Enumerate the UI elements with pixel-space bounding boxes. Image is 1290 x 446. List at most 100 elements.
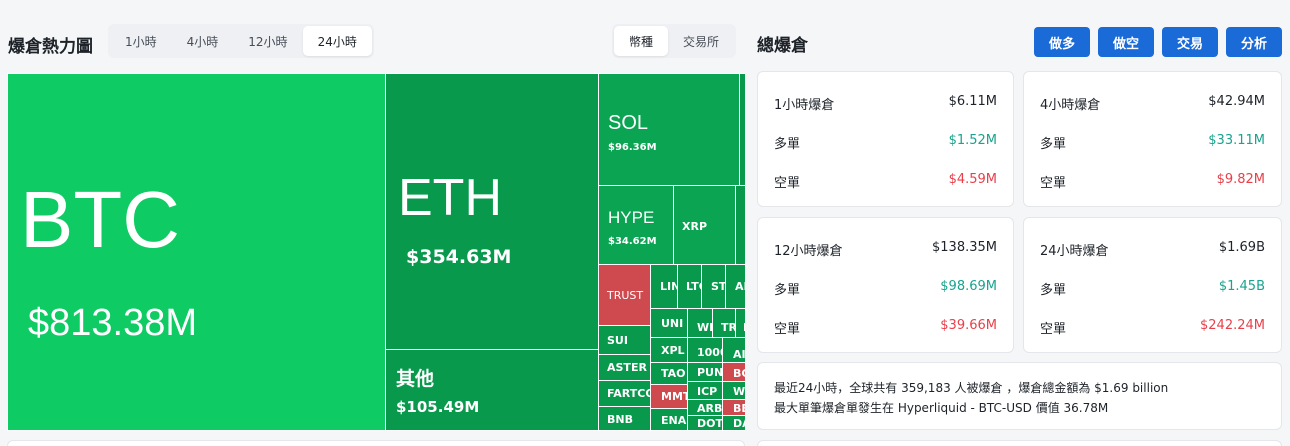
tile-wl[interactable]: WL: [722, 381, 745, 400]
tile-tao[interactable]: TAO: [650, 362, 688, 385]
tile-lin[interactable]: LIN: [650, 264, 678, 309]
view-selector: 幣種 交易所: [612, 24, 737, 58]
tab-24h[interactable]: 24小時: [302, 26, 372, 56]
tile-mmt[interactable]: MMT: [650, 384, 688, 409]
card-short: $39.66M: [940, 318, 997, 333]
tile-symbol: M: [743, 321, 745, 334]
tile-symbol: ICP: [697, 385, 718, 398]
card-total: $42.94M: [1208, 94, 1265, 109]
tile-1000[interactable]: 1000: [687, 337, 723, 363]
tile-bea[interactable]: BEA: [722, 399, 745, 416]
tile-aster[interactable]: ASTER: [598, 354, 651, 381]
tile-m[interactable]: M: [735, 308, 745, 338]
card-label: 1小時爆倉: [774, 98, 835, 113]
tile-pun[interactable]: PUN: [687, 362, 723, 382]
tile-symbol: WI: [697, 321, 713, 334]
stats-card-12h: 12小時爆倉 $138.35M 多單 $98.69M 空單 $39.66M: [757, 217, 1014, 353]
tile-ena[interactable]: ENA: [650, 408, 688, 431]
tile-value: $96.36M: [608, 142, 657, 153]
tab-4h[interactable]: 4小時: [172, 26, 234, 56]
tile-symbol: ASTER: [607, 361, 647, 374]
tile-symbol: XPL: [661, 344, 685, 357]
tile-symbol: DOT: [697, 417, 723, 430]
tile-other[interactable]: 其他 $105.49M: [385, 349, 599, 431]
tile-xpl[interactable]: XPL: [650, 337, 688, 363]
card-label: 24小時爆倉: [1040, 244, 1109, 259]
tile-bnb[interactable]: BNB: [598, 406, 651, 431]
tile-symbol: ETH: [398, 169, 502, 227]
tile-symbol: LIN: [660, 280, 677, 293]
liquidation-page: 爆倉熱力圖 1小時 4小時 12小時 24小時 幣種 交易所 BTC $813.…: [0, 0, 1290, 446]
card-label: 12小時爆倉: [774, 244, 843, 259]
tile-icp[interactable]: ICP: [687, 381, 723, 400]
tile-fartco[interactable]: FARTCO: [598, 380, 651, 407]
tile-wi[interactable]: WI: [687, 308, 713, 338]
tile-btc[interactable]: BTC $813.38M: [7, 73, 386, 431]
tile-symbol: SOL: [608, 112, 649, 134]
tile-symbol: PUN: [697, 366, 723, 379]
tile-hype[interactable]: HYPE $34.62M: [598, 185, 674, 265]
short-label: 空單: [774, 322, 801, 337]
lower-panel-edge: [7, 440, 745, 446]
tile-symbol: BNB: [607, 413, 633, 426]
tile-symbol: AI: [733, 348, 745, 361]
tile-arb[interactable]: ARB: [687, 399, 723, 416]
tile-dot[interactable]: DOT: [687, 415, 723, 431]
tile-tr[interactable]: TR: [712, 308, 736, 338]
total-liquidation-title: 總爆倉: [757, 36, 808, 56]
card-short: $242.24M: [1200, 318, 1265, 333]
tile-das[interactable]: DAS: [722, 415, 745, 431]
tile-eth[interactable]: ETH $354.63M: [385, 73, 599, 350]
short-button[interactable]: 做空: [1098, 27, 1154, 57]
tile-unknown[interactable]: [739, 73, 745, 186]
tile-symbol: ENA: [661, 414, 687, 427]
tab-coin[interactable]: 幣種: [614, 26, 669, 56]
tile-symbol: AD: [735, 280, 745, 293]
tile-ltc[interactable]: LTC: [677, 264, 702, 309]
tab-1h[interactable]: 1小時: [110, 26, 172, 56]
tile-sol[interactable]: SOL $96.36M: [598, 73, 740, 186]
liquidation-treemap: BTC $813.38M ETH $354.63M 其他 $105.49M SO…: [7, 73, 745, 431]
tab-exchange[interactable]: 交易所: [668, 26, 734, 56]
tile-symbol: BTC: [20, 175, 180, 264]
stats-card-24h: 24小時爆倉 $1.69B 多單 $1.45B 空單 $242.24M: [1023, 217, 1282, 353]
trade-button[interactable]: 交易: [1162, 27, 1218, 57]
tile-bch[interactable]: BCH: [722, 362, 745, 382]
tile-ad[interactable]: AD: [725, 264, 745, 309]
card-total: $1.69B: [1218, 240, 1265, 255]
lower-panel-edge: [757, 440, 1282, 446]
tile-symbol: ST: [711, 280, 726, 293]
card-total: $6.11M: [948, 94, 997, 109]
tile-value: $354.63M: [406, 246, 512, 268]
card-long: $98.69M: [940, 279, 997, 294]
analysis-button[interactable]: 分析: [1226, 27, 1282, 57]
stats-card-1h: 1小時爆倉 $6.11M 多單 $1.52M 空單 $4.59M: [757, 71, 1014, 207]
summary-line-1: 最近24小時，全球共有 359,183 人被爆倉 ，爆倉總金額為 $1.69 b…: [774, 381, 1169, 395]
card-long: $33.11M: [1208, 133, 1265, 148]
tile-trust[interactable]: TRUST: [598, 264, 651, 326]
stats-card-4h: 4小時爆倉 $42.94M 多單 $33.11M 空單 $9.82M: [1023, 71, 1282, 207]
tile-xrp[interactable]: XRP: [673, 185, 736, 265]
card-short: $4.59M: [948, 172, 997, 187]
tile-value: $813.38M: [28, 302, 198, 344]
card-long: $1.45B: [1218, 279, 1265, 294]
tile-symbol: 1000: [697, 346, 722, 359]
tile-symbol: BEA: [733, 402, 745, 415]
tile-symbol: FARTCO: [607, 387, 651, 400]
tile-uni[interactable]: UNI: [650, 308, 688, 338]
tile-st[interactable]: ST: [701, 264, 726, 309]
tile-symbol: HYPE: [608, 208, 655, 227]
tile-sui[interactable]: SUI: [598, 325, 651, 355]
tile-symbol: UNI: [661, 317, 684, 330]
card-label: 4小時爆倉: [1040, 98, 1101, 113]
summary-line-2: 最大單筆爆倉單發生在 Hyperliquid - BTC-USD 價值 36.7…: [774, 401, 1109, 415]
tile-symbol: WL: [733, 385, 745, 398]
tile-ai[interactable]: AI: [722, 337, 745, 363]
long-button[interactable]: 做多: [1034, 27, 1090, 57]
tab-12h[interactable]: 12小時: [233, 26, 302, 56]
tile-symbol: 其他: [396, 368, 435, 390]
tile-unknown[interactable]: [735, 185, 745, 265]
summary-card: 最近24小時，全球共有 359,183 人被爆倉 ，爆倉總金額為 $1.69 b…: [757, 362, 1282, 430]
card-long: $1.52M: [948, 133, 997, 148]
tile-symbol: ARB: [697, 402, 723, 415]
